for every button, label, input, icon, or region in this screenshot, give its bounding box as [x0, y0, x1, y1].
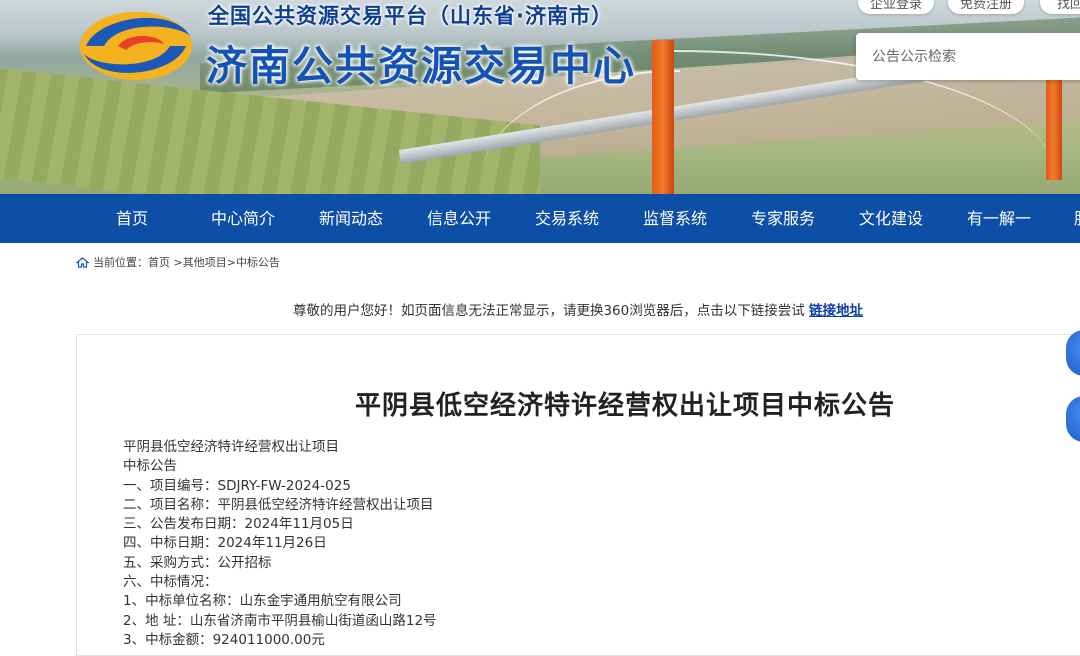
breadcrumb-separator: > [170, 256, 183, 269]
register-button[interactable]: 免费注册 [948, 0, 1024, 14]
banner-bridge-tower [1046, 70, 1062, 180]
nav-item-culture[interactable]: 文化建设 [859, 194, 923, 243]
nav-item-about[interactable]: 中心简介 [211, 194, 275, 243]
content-line: 平阴县低空经济特许经营权出让项目 [123, 439, 339, 455]
search-box [856, 33, 1080, 80]
breadcrumb-separator: > [226, 256, 236, 269]
home-icon [76, 257, 89, 268]
nav-item-news[interactable]: 新闻动态 [319, 194, 383, 243]
content-line: 四、中标日期：2024年11月26日 [123, 535, 327, 552]
breadcrumb-home[interactable]: 首页 [148, 256, 170, 269]
nav-item-trading-system[interactable]: 交易系统 [535, 194, 599, 243]
header-banner: 全国公共资源交易平台（山东省·济南市） 济南公共资源交易中心 企业登录 免费注册… [0, 0, 1080, 194]
content-line: 三、公告发布日期：2024年11月05日 [123, 516, 354, 533]
browser-notice: 尊敬的用户您好！如页面信息无法正常显示，请更换360浏览器后，点击以下链接尝试 … [0, 299, 1080, 319]
browser-notice-link[interactable]: 链接地址 [809, 303, 863, 319]
browser-notice-text: 尊敬的用户您好！如页面信息无法正常显示，请更换360浏览器后，点击以下链接尝试 [292, 303, 810, 319]
platform-title: 全国公共资源交易平台（山东省·济南市） [208, 4, 613, 28]
content-line: 五、采购方式：公开招标 [123, 554, 272, 571]
article-title: 平阴县低空经济特许经营权出让项目中标公告 [354, 391, 895, 421]
site-title[interactable]: 济南公共资源交易中心 [206, 32, 636, 92]
nav-item-disclosure[interactable]: 信息公开 [427, 194, 491, 243]
content-line: 六、中标情况： [123, 574, 218, 591]
nav-item-home[interactable]: 首页 [116, 194, 148, 243]
nav-item-supervision-system[interactable]: 监督系统 [643, 194, 707, 243]
breadcrumb-award-notice[interactable]: 中标公告 [236, 256, 280, 269]
banner-bridge-tower [652, 40, 674, 194]
search-input[interactable] [856, 33, 1072, 80]
content-line: 中标公告 [123, 458, 177, 475]
breadcrumb-prefix: 当前位置： [93, 256, 148, 269]
content-line: 二、项目名称：平阴县低空经济特许经营权出让项目 [123, 496, 434, 513]
content-line: 2、地 址：山东省济南市平阴县榆山街道函山路12号 [123, 612, 437, 629]
nav-item-expert-service[interactable]: 专家服务 [751, 194, 815, 243]
nav-item-service[interactable]: 服 [1074, 194, 1080, 243]
breadcrumb-other-projects[interactable]: 其他项目 [183, 256, 227, 269]
content-line: 一、项目编号：SDJRY-FW-2024-025 [123, 477, 351, 494]
main-nav: 首页 中心简介 新闻动态 信息公开 交易系统 监督系统 专家服务 文化建设 有一… [0, 194, 1080, 243]
nav-item-qa[interactable]: 有一解一 [967, 194, 1031, 243]
article-panel: 平阴县低空经济特许经营权出让项目中标公告 平阴县低空经济特许经营权出让项目 中标… [76, 334, 1080, 656]
article-content: 平阴县低空经济特许经营权出让项目 中标公告 一、项目编号：SDJRY-FW-20… [123, 438, 437, 650]
site-logo-icon[interactable] [78, 6, 194, 82]
recover-button[interactable]: 找回 [1040, 0, 1080, 14]
breadcrumb: 当前位置：首页 >其他项目>中标公告 [76, 254, 280, 270]
login-button[interactable]: 企业登录 [858, 0, 934, 14]
content-line: 3、中标金额：924011000.00元 [123, 631, 325, 648]
content-line: 1、中标单位名称：山东金宇通用航空有限公司 [123, 593, 402, 610]
